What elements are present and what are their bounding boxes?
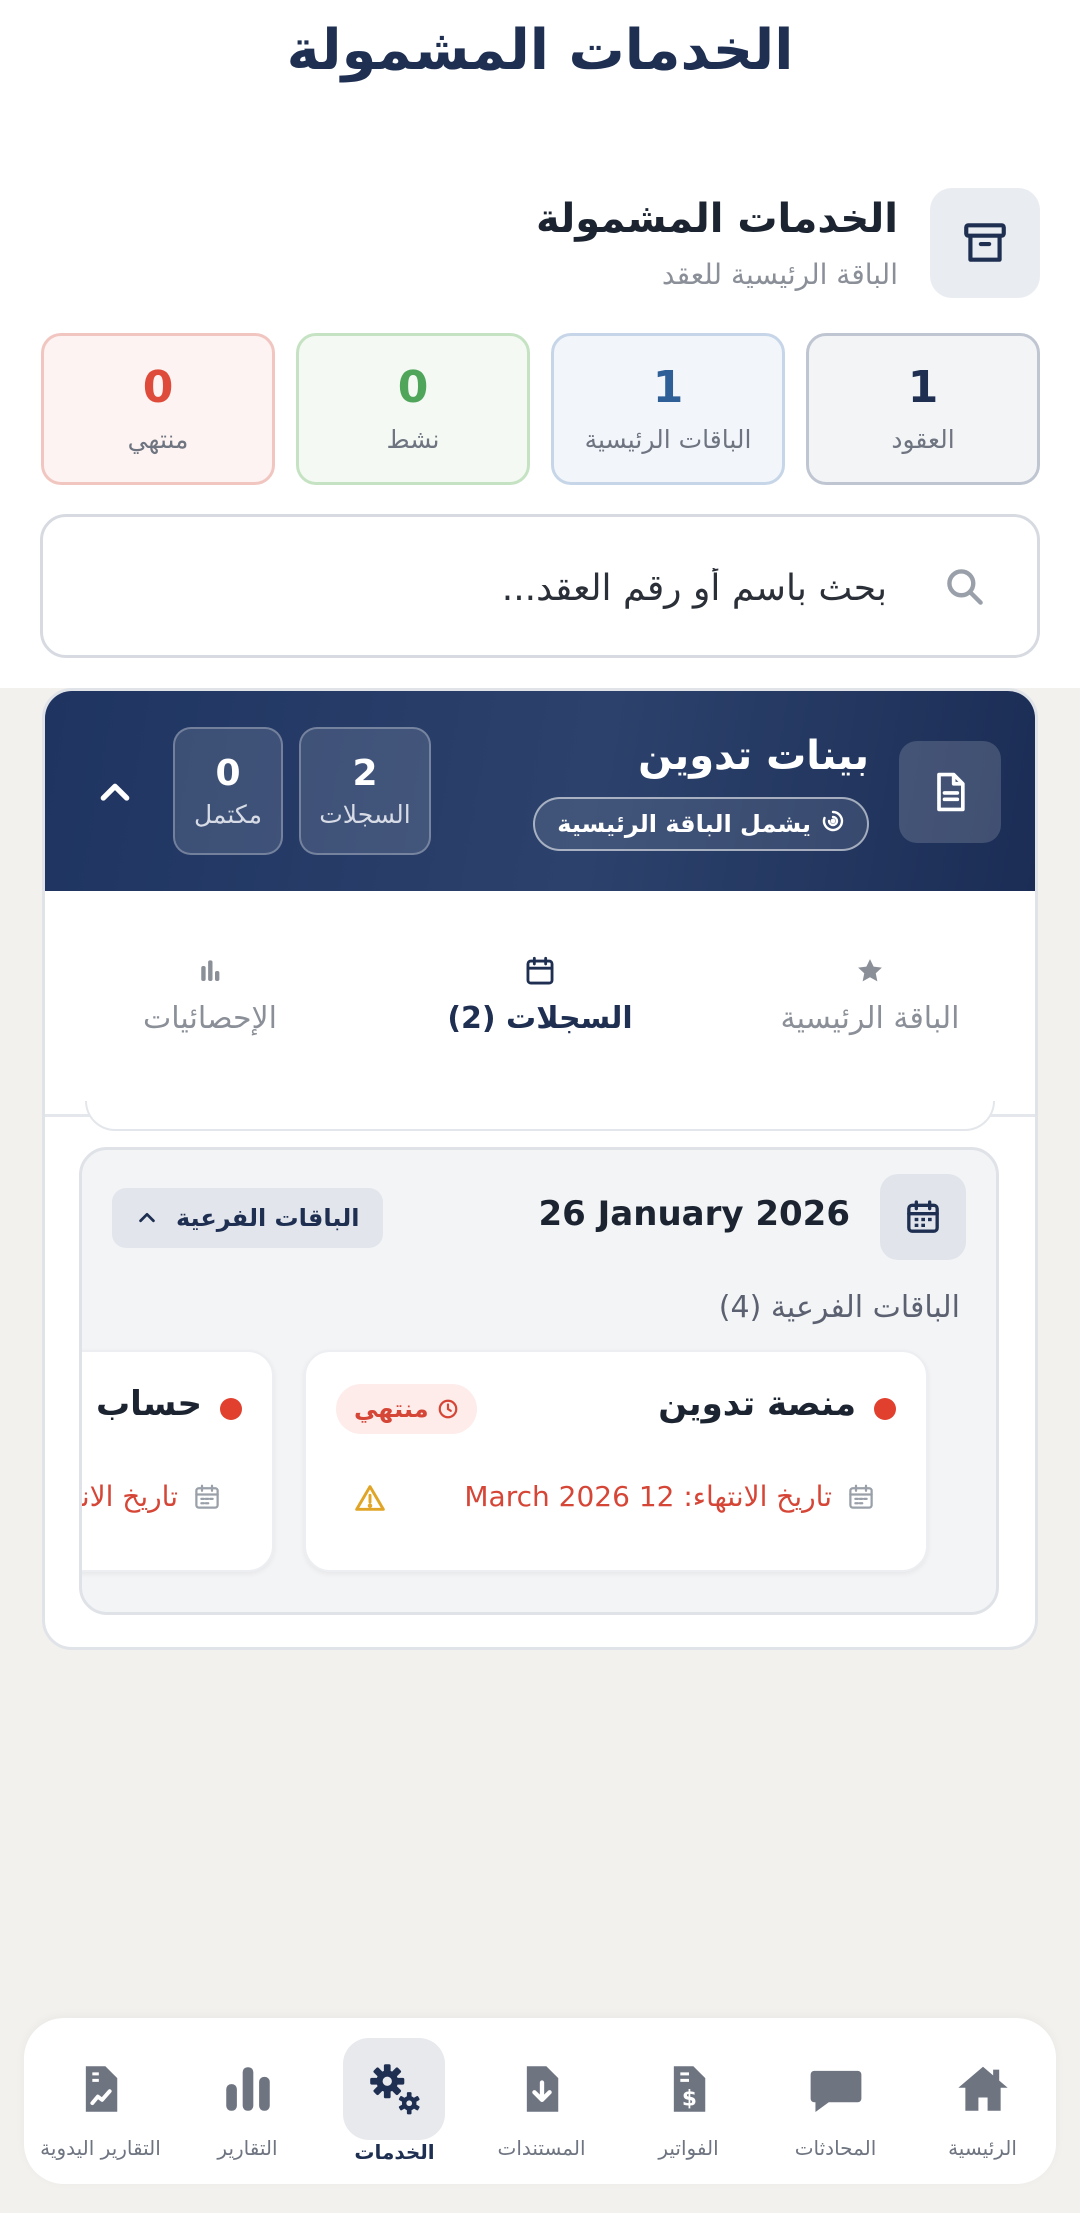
toggle-label: الباقات الفرعية bbox=[176, 1204, 360, 1232]
chevron-up-icon bbox=[139, 1212, 155, 1223]
nav-item-reports[interactable]: التقارير bbox=[174, 2018, 321, 2184]
complete-count: 0 مكتمل bbox=[173, 727, 283, 855]
search-input[interactable] bbox=[127, 553, 887, 623]
nav-item-chats[interactable]: المحادثات bbox=[762, 2018, 909, 2184]
calendar-icon bbox=[880, 1174, 966, 1260]
clock-icon bbox=[438, 1399, 457, 1419]
search-box bbox=[40, 514, 1040, 658]
bar-chart-icon bbox=[45, 951, 375, 991]
records-count: 2 السجلات bbox=[299, 727, 431, 855]
service-card: بينات تدوين يشمل الباقة الرئيسية 2 السجل… bbox=[42, 688, 1038, 1650]
end-date-row: تاريخ الانتهاء: 12 March 2026 bbox=[464, 1480, 876, 1513]
badge-label: يشمل الباقة الرئيسية bbox=[557, 810, 811, 838]
document-icon bbox=[899, 741, 1001, 843]
end-date-label: تاريخ الانتهاء: 12 March 2026 bbox=[464, 1480, 832, 1513]
previous-record-edge bbox=[85, 1101, 995, 1131]
subpackages-toggle-button[interactable]: الباقات الفرعية bbox=[112, 1188, 384, 1248]
gears-icon bbox=[364, 2056, 426, 2122]
record-date: 26 January 2026 bbox=[538, 1194, 851, 1234]
star-icon bbox=[705, 951, 1035, 991]
stat-value: 1 bbox=[907, 362, 939, 414]
complete-value: 0 bbox=[215, 753, 241, 794]
archive-box-icon bbox=[930, 188, 1040, 298]
includes-main-package-badge: يشمل الباقة الرئيسية bbox=[533, 797, 869, 851]
tab-label: السجلات (2) bbox=[447, 1001, 633, 1036]
nav-item-manual-reports[interactable]: التقارير اليدوية bbox=[27, 2018, 174, 2184]
services-page: الخدمات المشمولة الخدمات المشمولة الباقة… bbox=[0, 0, 1080, 2213]
status-dot bbox=[874, 1398, 896, 1420]
section-subtitle: الباقة الرئيسية للعقد bbox=[661, 258, 898, 291]
search-icon bbox=[943, 565, 987, 613]
nav-label: الرئيسية bbox=[948, 2136, 1017, 2160]
calendar-icon bbox=[849, 1484, 873, 1509]
nav-label: التقارير اليدوية bbox=[40, 2136, 161, 2160]
stat-contracts[interactable]: 1 العقود bbox=[806, 333, 1040, 485]
stat-label: منتهي bbox=[127, 424, 189, 454]
status-label: منتهي bbox=[354, 1395, 429, 1423]
nav-item-services[interactable]: الخدمات bbox=[321, 2018, 468, 2184]
stat-value: 0 bbox=[397, 362, 429, 414]
card-header: بينات تدوين يشمل الباقة الرئيسية 2 السجل… bbox=[45, 691, 1035, 891]
status-badge: منتهي bbox=[336, 1384, 477, 1434]
sync-icon bbox=[821, 809, 845, 839]
nav-label: المحادثات bbox=[794, 2136, 877, 2160]
nav-item-documents[interactable]: المستندات bbox=[468, 2018, 615, 2184]
tab-main-package[interactable]: الباقة الرئيسية bbox=[705, 951, 1035, 1036]
page-title: الخدمات المشمولة bbox=[286, 18, 794, 83]
subpackage-name: حساب م bbox=[82, 1384, 202, 1424]
stat-value: 1 bbox=[652, 362, 684, 414]
calendar-icon bbox=[195, 1484, 219, 1509]
bottom-nav: الرئيسية المحادثات $ الفواتير المستندات bbox=[24, 2018, 1056, 2184]
svg-text:$: $ bbox=[681, 2086, 696, 2111]
collapse-button[interactable] bbox=[85, 763, 145, 823]
record-panel: 26 January 2026 الباقات الفرعية الباقات … bbox=[79, 1147, 999, 1615]
warning-icon bbox=[354, 1482, 386, 1518]
stat-ended[interactable]: 0 منتهي bbox=[41, 333, 275, 485]
end-date-row: تاريخ الانتهاء bbox=[81, 1480, 222, 1513]
bar-chart-icon bbox=[219, 2056, 277, 2122]
nav-label: المستندات bbox=[497, 2136, 586, 2160]
stats-row: 1 العقود 1 الباقات الرئيسية 0 نشط 0 منته… bbox=[40, 333, 1040, 485]
card-title: بينات تدوين bbox=[638, 733, 869, 779]
subpackage-name: منصة تدوين bbox=[658, 1384, 856, 1424]
stat-active[interactable]: 0 نشط bbox=[296, 333, 530, 485]
stat-label: الباقات الرئيسية bbox=[584, 424, 752, 454]
report-document-icon bbox=[75, 2056, 127, 2122]
chevron-up-icon bbox=[100, 783, 130, 801]
home-icon bbox=[954, 2056, 1012, 2122]
calendar-icon bbox=[375, 951, 705, 991]
records-label: السجلات bbox=[319, 800, 411, 829]
card-tabs: الباقة الرئيسية السجلات (2) الإحصائيات bbox=[45, 891, 1035, 1117]
nav-label: التقارير bbox=[217, 2136, 278, 2160]
nav-label: الخدمات bbox=[354, 2140, 435, 2164]
invoice-dollar-icon: $ bbox=[663, 2056, 715, 2122]
document-download-icon bbox=[516, 2056, 568, 2122]
subpackage-card[interactable]: منصة تدوين منتهي تاريخ الانتهاء: 12 Marc… bbox=[304, 1350, 928, 1572]
section-title: الخدمات المشمولة bbox=[536, 196, 898, 242]
status-dot bbox=[220, 1398, 242, 1420]
tab-label: الإحصائيات bbox=[143, 1001, 277, 1036]
nav-item-invoices[interactable]: $ الفواتير bbox=[615, 2018, 762, 2184]
subpackages-count: الباقات الفرعية (4) bbox=[718, 1290, 960, 1325]
end-date-label: تاريخ الانتهاء bbox=[81, 1480, 178, 1513]
nav-label: الفواتير bbox=[658, 2136, 719, 2160]
chat-bubble-icon bbox=[807, 2056, 865, 2122]
top-area: الخدمات المشمولة الخدمات المشمولة الباقة… bbox=[0, 0, 1080, 688]
stat-value: 0 bbox=[142, 362, 174, 414]
records-value: 2 bbox=[352, 753, 378, 794]
stat-label: نشط bbox=[386, 424, 440, 454]
stat-main-packages[interactable]: 1 الباقات الرئيسية bbox=[551, 333, 785, 485]
tab-statistics[interactable]: الإحصائيات bbox=[45, 951, 375, 1103]
nav-item-home[interactable]: الرئيسية bbox=[909, 2018, 1056, 2184]
complete-label: مكتمل bbox=[193, 800, 263, 829]
tab-records[interactable]: السجلات (2) bbox=[375, 951, 705, 1036]
subpackage-card[interactable]: حساب م تاريخ الانتهاء bbox=[81, 1350, 274, 1572]
tab-label: الباقة الرئيسية bbox=[780, 1001, 960, 1036]
stat-label: العقود bbox=[891, 424, 955, 454]
